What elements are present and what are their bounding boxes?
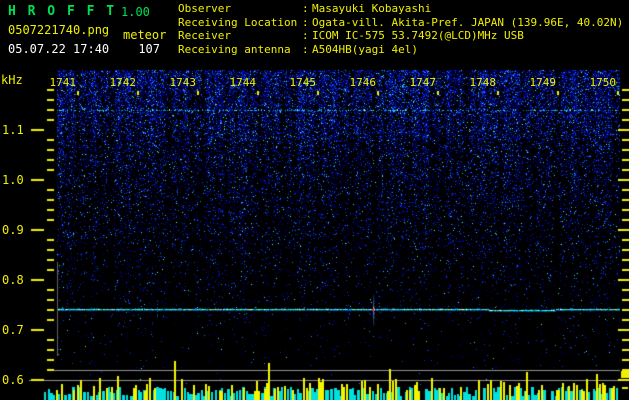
app-title: H R O F F T [8, 4, 117, 19]
info-value: ICOM IC-575 53.7492(@LCD)MHz USB [312, 29, 524, 42]
info-value: Masayuki Kobayashi [312, 2, 432, 15]
info-row: Receiver: ICOM IC-575 53.7492(@LCD)MHz US… [178, 29, 628, 43]
info-value: A504HB(yagi 4el) [312, 42, 418, 56]
info-colon: : [302, 2, 309, 15]
info-label: Observer [178, 2, 231, 15]
observation-datetime: 05.07.22 17:40 [8, 42, 110, 56]
app-version: 1.00 [121, 5, 150, 19]
info-row: Receiving Location: Ogata-vill. Akita-Pre… [178, 16, 628, 30]
info-value: Ogata-vill. Akita-Pref. JAPAN (139.96E, … [312, 15, 624, 29]
info-colon: : [302, 15, 309, 29]
info-row: Observer: Masayuki Kobayashi [178, 2, 628, 16]
info-colon: : [302, 42, 309, 56]
info-label: Receiving Location [178, 15, 298, 29]
info-row: Receiving antenna: A504HB(yagi 4el) [178, 43, 628, 57]
echo-count: 107 [138, 42, 160, 56]
info-label: Receiver [178, 29, 231, 42]
hrofft-screen: H R O F F T 1.00 0507221740.png meteor 0… [0, 0, 629, 400]
mode-label: meteor [123, 28, 167, 42]
y-axis-unit-label: kHz [1, 73, 23, 87]
info-colon: : [302, 29, 309, 42]
spectrogram-canvas [0, 0, 629, 400]
output-filename: 0507221740.png [8, 23, 110, 37]
receiver-info: Observer: Masayuki Kobayashi Receiving Loc… [178, 2, 628, 56]
info-label: Receiving antenna [178, 42, 291, 56]
